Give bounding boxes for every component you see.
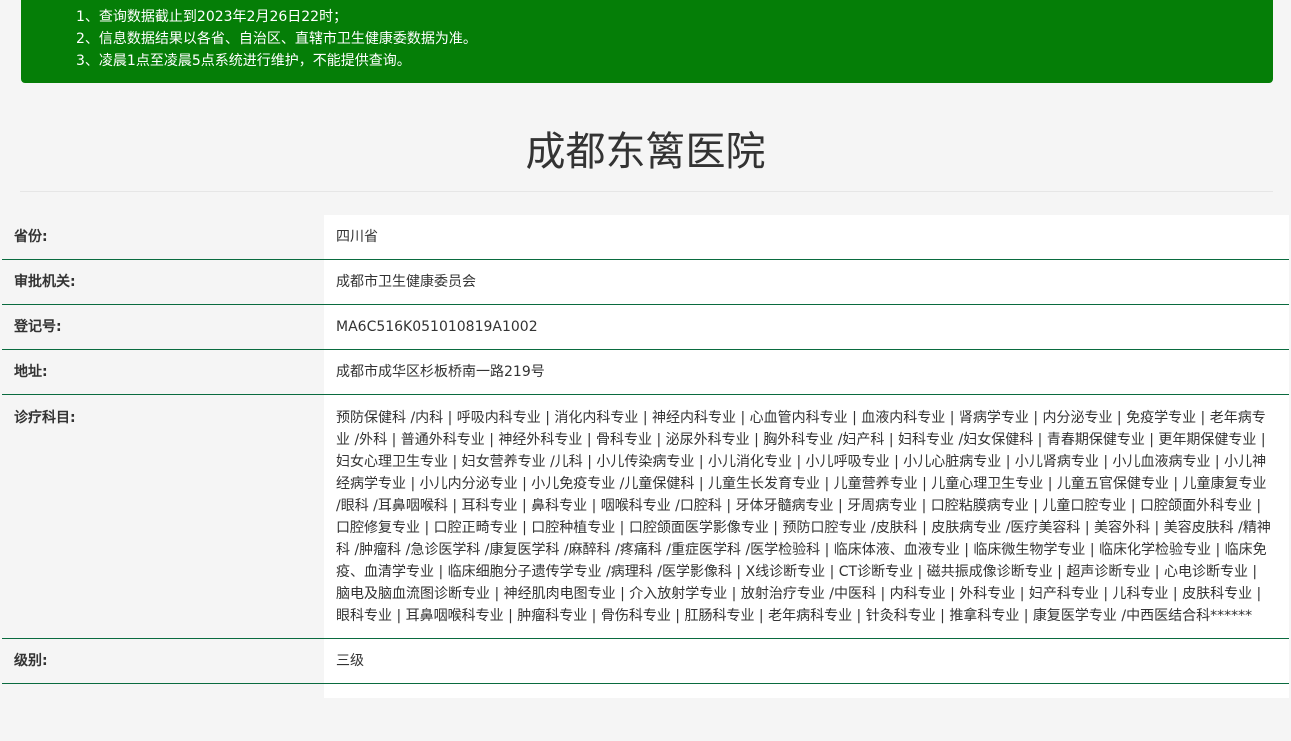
province-label: 省份: bbox=[2, 215, 324, 259]
notice-line-3: 3、凌晨1点至凌晨5点系统进行维护，不能提供查询。 bbox=[76, 53, 411, 69]
notice-line-2: 2、信息数据结果以各省、自治区、直辖市卫生健康委数据为准。 bbox=[76, 31, 477, 47]
departments-value: 预防保健科 /内科 | 呼吸内科专业 | 消化内科专业 | 神经内科专业 | 心… bbox=[324, 395, 1289, 638]
registration-value: MA6C516K051010819A1002 bbox=[324, 305, 1289, 349]
address-label: 地址: bbox=[2, 350, 324, 394]
address-value: 成都市成华区杉板桥南一路219号 bbox=[324, 350, 1289, 394]
authority-label: 审批机关: bbox=[2, 260, 324, 304]
level-label: 级别: bbox=[2, 639, 324, 683]
title-divider bbox=[20, 191, 1273, 192]
departments-row: 诊疗科目: 预防保健科 /内科 | 呼吸内科专业 | 消化内科专业 | 神经内科… bbox=[2, 395, 1289, 639]
level-row: 级别: 三级 bbox=[2, 639, 1289, 684]
level-value: 三级 bbox=[324, 639, 1289, 683]
departments-label: 诊疗科目: bbox=[2, 395, 324, 638]
registration-label: 登记号: bbox=[2, 305, 324, 349]
address-row: 地址: 成都市成华区杉板桥南一路219号 bbox=[2, 350, 1289, 395]
province-value: 四川省 bbox=[324, 215, 1289, 259]
notice-line-1: 1、查询数据截止到2023年2月26日22时； bbox=[76, 9, 348, 25]
hospital-name: 成都东篱医院 bbox=[525, 129, 766, 175]
authority-value: 成都市卫生健康委员会 bbox=[324, 260, 1289, 304]
registration-row: 登记号: MA6C516K051010819A1002 bbox=[2, 305, 1289, 350]
authority-row: 审批机关: 成都市卫生健康委员会 bbox=[2, 260, 1289, 305]
province-row: 省份: 四川省 bbox=[2, 215, 1289, 260]
next-row-partial bbox=[2, 684, 1289, 698]
next-row-value bbox=[324, 684, 1289, 698]
hospital-info-table: 省份: 四川省 审批机关: 成都市卫生健康委员会 登记号: MA6C516K05… bbox=[2, 215, 1289, 698]
notice-banner: 1、查询数据截止到2023年2月26日22时； 2、信息数据结果以各省、自治区、… bbox=[21, 0, 1273, 83]
next-row-label bbox=[2, 684, 324, 698]
